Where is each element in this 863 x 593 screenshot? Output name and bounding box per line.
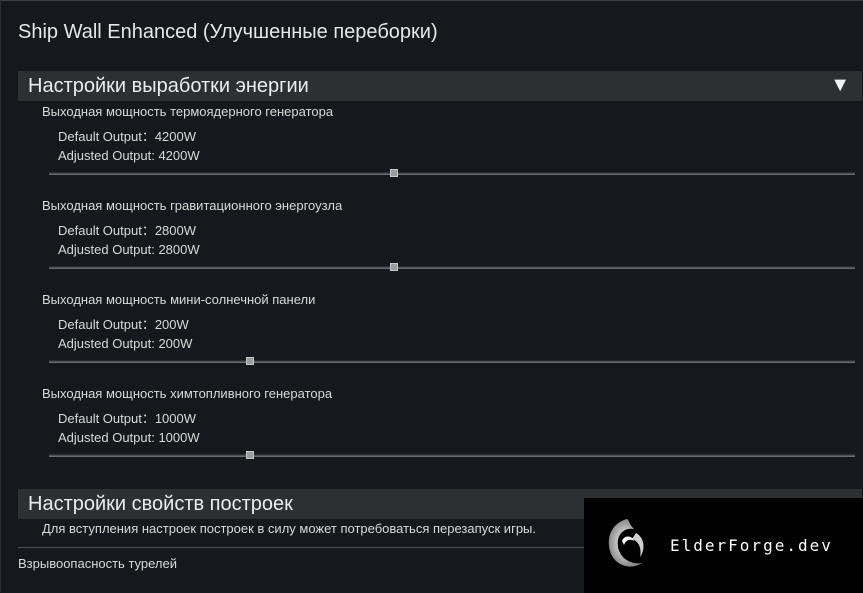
slider-track[interactable]	[49, 360, 855, 363]
output-slider[interactable]	[49, 450, 855, 462]
adjusted-output-text: Adjusted Output: 1000W	[58, 430, 200, 445]
slider-track[interactable]	[49, 454, 855, 457]
default-output-text: Default Output：200W	[58, 317, 189, 332]
default-output-text: Default Output：1000W	[58, 411, 197, 426]
setting-turret-explosiveness-label: Взрывоопасность турелей	[18, 556, 178, 571]
divider	[18, 547, 584, 548]
slider-track[interactable]	[49, 266, 855, 269]
setting-fusion-generator: Выходная мощность термоядерного генерато…	[1, 104, 863, 198]
default-output-text: Default Output：4200W	[58, 129, 197, 144]
window-title: Ship Wall Enhanced (Улучшенные переборки…	[18, 21, 438, 43]
setting-title: Выходная мощность мини-солнечной панели	[42, 292, 316, 307]
slider-track[interactable]	[49, 172, 855, 175]
restart-hint-text: Для вступления настроек построек в силу …	[42, 521, 536, 536]
mod-settings-window: Ship Wall Enhanced (Улучшенные переборки…	[0, 0, 863, 593]
setting-chemical-generator: Выходная мощность химтопливного генерато…	[1, 386, 863, 480]
section-header-power[interactable]: Настройки выработки энергии ▼	[18, 71, 862, 101]
adjusted-output-text: Adjusted Output: 2800W	[58, 242, 200, 257]
setting-title: Выходная мощность гравитационного энерго…	[42, 198, 343, 213]
dragon-logo-icon	[608, 519, 644, 567]
output-slider[interactable]	[49, 168, 855, 180]
section-title-power: Настройки выработки энергии	[28, 75, 309, 97]
setting-gravity-node: Выходная мощность гравитационного энерго…	[1, 198, 863, 292]
setting-mini-solar-panel: Выходная мощность мини-солнечной панели …	[1, 292, 863, 386]
setting-title: Выходная мощность химтопливного генерато…	[42, 386, 333, 401]
slider-thumb[interactable]	[245, 451, 254, 459]
section-title-buildings: Настройки свойств построек	[28, 493, 293, 515]
watermark-overlay: ElderForge.dev	[584, 498, 863, 593]
default-output-text: Default Output：2800W	[58, 223, 197, 238]
watermark-text: ElderForge.dev	[670, 536, 833, 555]
adjusted-output-text: Adjusted Output: 4200W	[58, 148, 200, 163]
setting-title: Выходная мощность термоядерного генерато…	[42, 104, 334, 119]
output-slider[interactable]	[49, 262, 855, 274]
slider-thumb[interactable]	[389, 263, 398, 271]
slider-thumb[interactable]	[245, 357, 254, 365]
output-slider[interactable]	[49, 356, 855, 368]
collapse-arrow-icon[interactable]: ▼	[830, 74, 850, 97]
adjusted-output-text: Adjusted Output: 200W	[58, 336, 193, 351]
slider-thumb[interactable]	[389, 169, 398, 177]
